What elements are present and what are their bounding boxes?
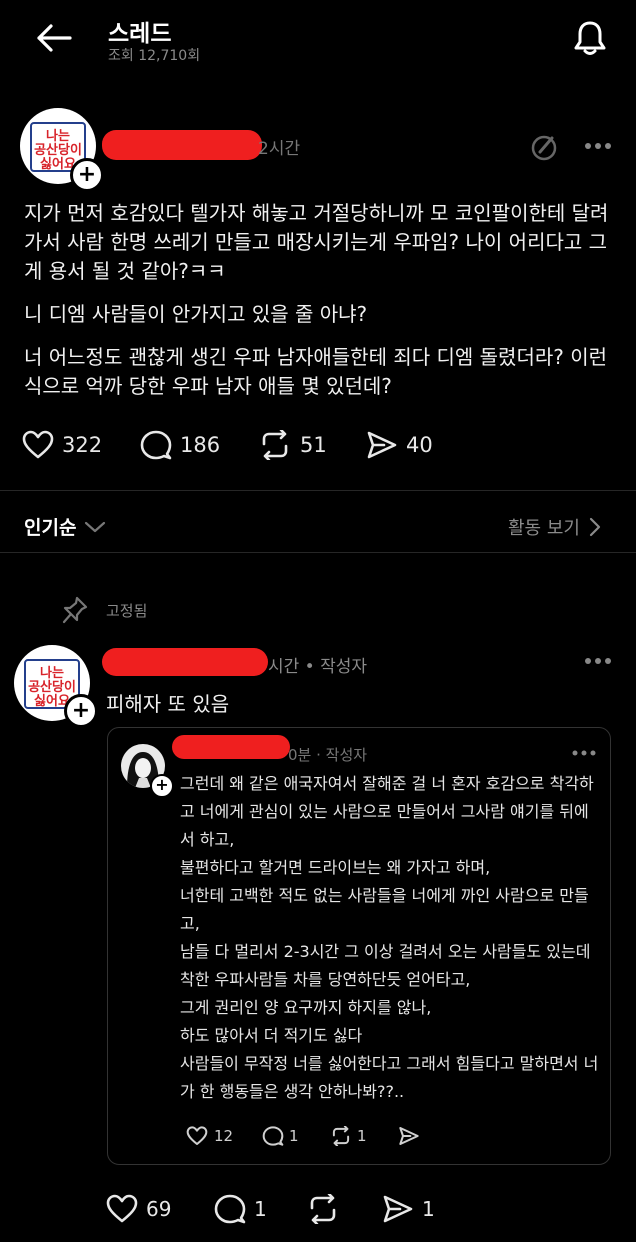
quoted-share-button[interactable] — [398, 1126, 420, 1146]
comment-text: 피해자 또 있음 — [106, 692, 230, 716]
edit-icon[interactable] — [530, 132, 560, 162]
chevron-down-icon — [85, 521, 106, 532]
follow-plus-icon[interactable]: + — [70, 158, 104, 192]
view-count: 조회 12,710회 — [108, 48, 201, 64]
divider — [0, 552, 636, 553]
quoted-line: 그게 권리인 양 요구까지 하지를 않나, — [180, 998, 432, 1017]
send-icon — [367, 431, 397, 459]
chevron-right-icon — [589, 517, 601, 537]
quoted-line: 사람들이 무작정 너를 싫어한다고 그래서 힘들다고 말하면서 너가 한 행동들… — [180, 1054, 599, 1101]
more-options-icon[interactable] — [584, 657, 614, 665]
quoted-line: 남들 다 멀리서 2-3시간 그 이상 걸려서 오는 사람들도 있는데 착한 우… — [180, 942, 591, 989]
quoted-reply-count: 1 — [289, 1127, 299, 1145]
more-options-icon[interactable] — [584, 142, 614, 150]
comment-share-button[interactable]: 1 — [382, 1194, 435, 1224]
redacted-username — [102, 130, 262, 160]
comment-reply-count: 1 — [254, 1197, 267, 1221]
repost-count: 51 — [300, 433, 327, 457]
follow-plus-icon[interactable]: + — [150, 774, 174, 798]
quoted-line: 그런데 왜 같은 애국자여서 잘해준 걸 너 혼자 호감으로 착각하고 너에게 … — [180, 774, 594, 849]
heart-icon — [22, 430, 54, 459]
comment-share-count: 1 — [422, 1197, 435, 1221]
share-count: 40 — [406, 433, 433, 457]
quoted-meta: 0분 · 작성자 — [288, 746, 368, 764]
notification-bell-icon[interactable] — [570, 18, 610, 58]
top-bar: 스레드 조회 12,710회 — [0, 0, 636, 80]
quoted-line: 너한테 고백한 적도 없는 사람들을 너에게 까인 사람으로 만들고, — [180, 886, 589, 933]
comment-meta: 시간 • 작성자 — [268, 657, 368, 677]
comment-like-count: 69 — [146, 1197, 172, 1221]
send-icon — [399, 1127, 419, 1145]
repost-icon — [332, 1126, 350, 1146]
repost-icon — [262, 430, 288, 460]
quoted-like-count: 12 — [214, 1127, 234, 1145]
quoted-like-button[interactable]: 12 — [186, 1126, 233, 1146]
send-icon — [383, 1195, 413, 1223]
page-title: 스레드 — [108, 21, 172, 47]
post-body: 지가 먼저 호감있다 텔가자 해놓고 거절당하니까 모 코인팔이한테 달려가서 … — [24, 199, 624, 401]
like-count: 322 — [62, 433, 103, 457]
divider — [0, 490, 636, 491]
comment-icon — [214, 1194, 246, 1224]
pinned-label: 고정됨 — [106, 602, 148, 620]
back-arrow-icon[interactable] — [34, 22, 72, 54]
heart-icon — [106, 1194, 138, 1223]
more-options-icon[interactable] — [572, 750, 596, 756]
pin-icon — [62, 596, 88, 624]
reply-button[interactable]: 186 — [140, 430, 220, 460]
reply-count: 186 — [180, 433, 221, 457]
activity-label: 활동 보기 — [508, 518, 580, 539]
comment-icon — [140, 430, 172, 460]
post-time: 2시간 — [258, 139, 301, 159]
share-button[interactable]: 40 — [366, 430, 433, 460]
like-button[interactable]: 322 — [22, 430, 102, 460]
comment-icon — [262, 1126, 284, 1146]
quoted-reply-button[interactable]: 1 — [262, 1126, 299, 1146]
comment-reply-button[interactable]: 1 — [214, 1194, 267, 1224]
comment-repost-button[interactable] — [306, 1194, 340, 1224]
post-paragraph: 지가 먼저 호감있다 텔가자 해놓고 거절당하니까 모 코인팔이한테 달려가서 … — [24, 201, 609, 283]
follow-plus-icon[interactable]: + — [64, 694, 98, 728]
redacted-username — [102, 648, 268, 676]
heart-icon — [186, 1126, 208, 1145]
sort-dropdown[interactable]: 인기순 — [24, 513, 106, 540]
view-activity-link[interactable]: 활동 보기 — [508, 514, 602, 540]
quoted-line: 불편하다고 할거면 드라이브는 왜 가자고 하며, — [180, 858, 491, 877]
comment-like-button[interactable]: 69 — [106, 1194, 171, 1224]
quoted-line: 하도 많아서 더 적기도 싫다 — [180, 1026, 363, 1045]
quoted-body: 그런데 왜 같은 애국자여서 잘해준 걸 너 혼자 호감으로 착각하고 너에게 … — [180, 770, 600, 1106]
post-paragraph: 너 어느정도 괜찮게 생긴 우파 남자애들한테 죄다 디엠 돌렸더라? 이런 식… — [24, 345, 608, 398]
repost-button[interactable]: 51 — [258, 430, 327, 460]
quoted-repost-button[interactable]: 1 — [330, 1126, 367, 1146]
quoted-repost-count: 1 — [357, 1127, 367, 1145]
post-paragraph: 니 디엠 사람들이 안가지고 있을 줄 아냐? — [24, 302, 368, 326]
repost-icon — [310, 1194, 336, 1224]
redacted-username — [172, 735, 290, 759]
sort-label: 인기순 — [24, 517, 77, 539]
